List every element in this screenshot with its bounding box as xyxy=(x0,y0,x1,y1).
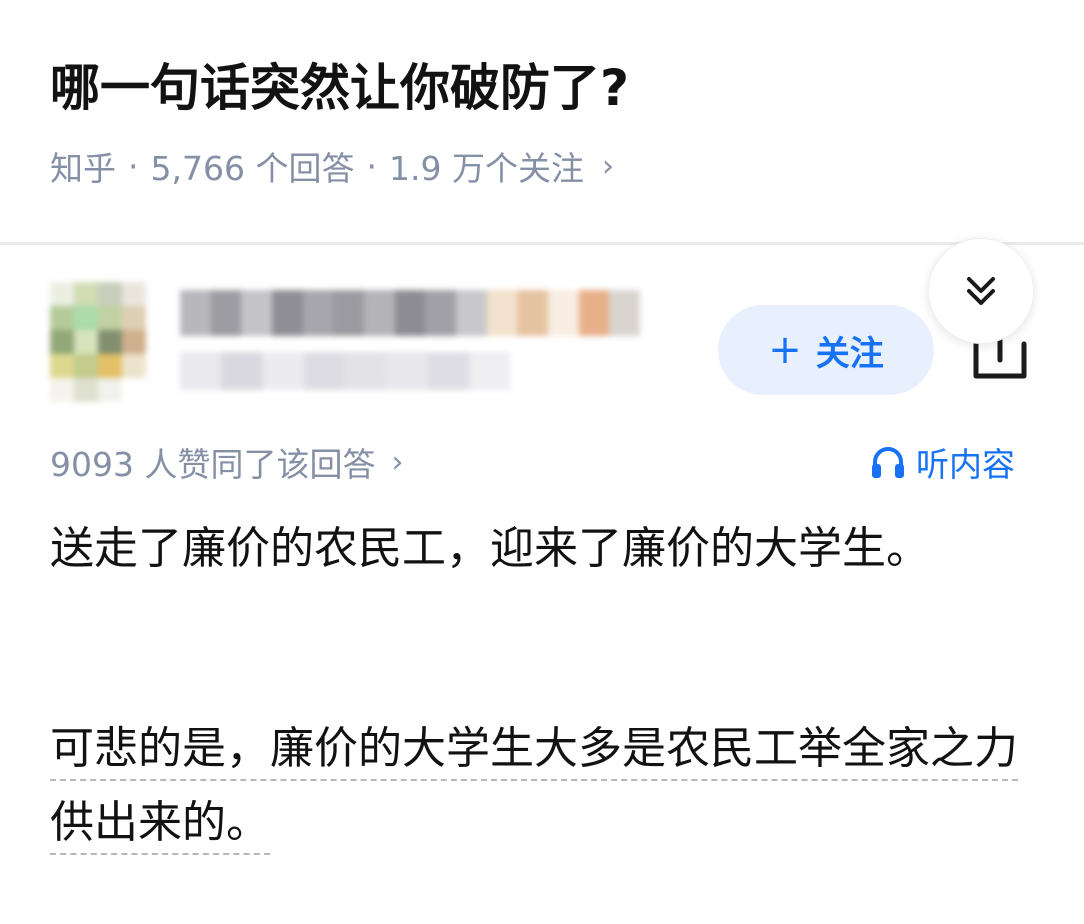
redacted-block xyxy=(578,290,610,336)
redacted-block xyxy=(302,290,334,336)
avatar-pixel xyxy=(122,378,146,402)
redacted-block xyxy=(548,290,579,336)
headphones-icon xyxy=(872,447,904,478)
redacted-block xyxy=(303,352,345,390)
vote-count: 9093 人赞同了该回答 xyxy=(50,445,376,484)
avatar-pixel xyxy=(50,306,74,330)
redacted-block xyxy=(427,352,469,390)
redacted-block xyxy=(333,290,365,336)
listen-label: 听内容 xyxy=(916,445,1015,484)
redacted-block xyxy=(180,290,211,336)
chevron-right-icon: › xyxy=(391,444,404,480)
avatar-pixel xyxy=(122,354,146,378)
redacted-block xyxy=(456,290,487,336)
redacted-block xyxy=(425,290,457,336)
avatar-pixel xyxy=(74,378,98,402)
redacted-block xyxy=(221,352,263,390)
chevron-right-icon: › xyxy=(601,148,614,184)
highlighted-text[interactable]: 可悲的是，廉价的大学生大多是农民工举全家之力供出来的。 xyxy=(50,723,1018,848)
avatar-pixel xyxy=(122,282,146,306)
double-chevron-down-icon xyxy=(967,277,995,305)
avatar-pixel xyxy=(98,354,122,378)
avatar-pixel xyxy=(74,306,98,330)
avatar-pixel xyxy=(74,330,98,354)
avatar-pixel xyxy=(50,282,74,306)
listen-button[interactable]: 听内容 xyxy=(870,438,1015,486)
meta-separator: · xyxy=(128,146,139,186)
avatar-pixel xyxy=(98,378,122,402)
plus-icon: + xyxy=(768,327,802,373)
avatar-pixel xyxy=(50,354,74,378)
avatar-pixel xyxy=(98,330,122,354)
author-name-redacted[interactable] xyxy=(180,290,641,336)
avatar-pixel xyxy=(50,330,74,354)
avatar-pixel xyxy=(74,282,98,306)
followers-count: 1.9 万个关注 xyxy=(388,149,584,188)
avatar-pixel xyxy=(122,306,146,330)
redacted-block xyxy=(364,290,395,336)
redacted-block xyxy=(486,290,518,336)
answer-paragraph: 送走了廉价的农民工，迎来了廉价的大学生。 xyxy=(50,523,930,574)
redacted-block xyxy=(345,352,387,390)
vote-summary[interactable]: 9093 人赞同了该回答 › xyxy=(50,438,403,486)
follow-label: 关注 xyxy=(815,333,884,374)
question-title[interactable]: 哪一句话突然让你破防了? xyxy=(50,52,629,124)
collapse-button[interactable] xyxy=(928,238,1034,344)
redacted-block xyxy=(386,352,428,390)
redacted-block xyxy=(180,352,222,390)
question-meta[interactable]: 知乎 · 5,766 个回答 · 1.9 万个关注 › xyxy=(50,140,614,192)
author-headline-redacted xyxy=(180,352,510,390)
redacted-block xyxy=(394,290,426,336)
avatar-pixel xyxy=(98,306,122,330)
divider xyxy=(0,242,1084,245)
redacted-block xyxy=(468,352,510,390)
avatar-pixel xyxy=(122,330,146,354)
follow-button[interactable]: + 关注 xyxy=(718,305,934,395)
answers-count: 5,766 个回答 xyxy=(150,149,355,188)
avatar-pixel xyxy=(98,282,122,306)
source-label: 知乎 xyxy=(50,149,116,188)
redacted-block xyxy=(210,290,242,336)
meta-separator: · xyxy=(366,146,377,186)
answer-paragraph-highlighted[interactable]: 可悲的是，廉价的大学生大多是农民工举全家之力供出来的。 xyxy=(50,712,1040,860)
redacted-block xyxy=(609,290,641,336)
redacted-block xyxy=(241,290,273,336)
avatar-pixel xyxy=(50,378,74,402)
redacted-block xyxy=(262,352,304,390)
avatar-pixel xyxy=(74,354,98,378)
author-avatar[interactable] xyxy=(50,282,146,402)
redacted-block xyxy=(272,290,303,336)
redacted-block xyxy=(517,290,549,336)
